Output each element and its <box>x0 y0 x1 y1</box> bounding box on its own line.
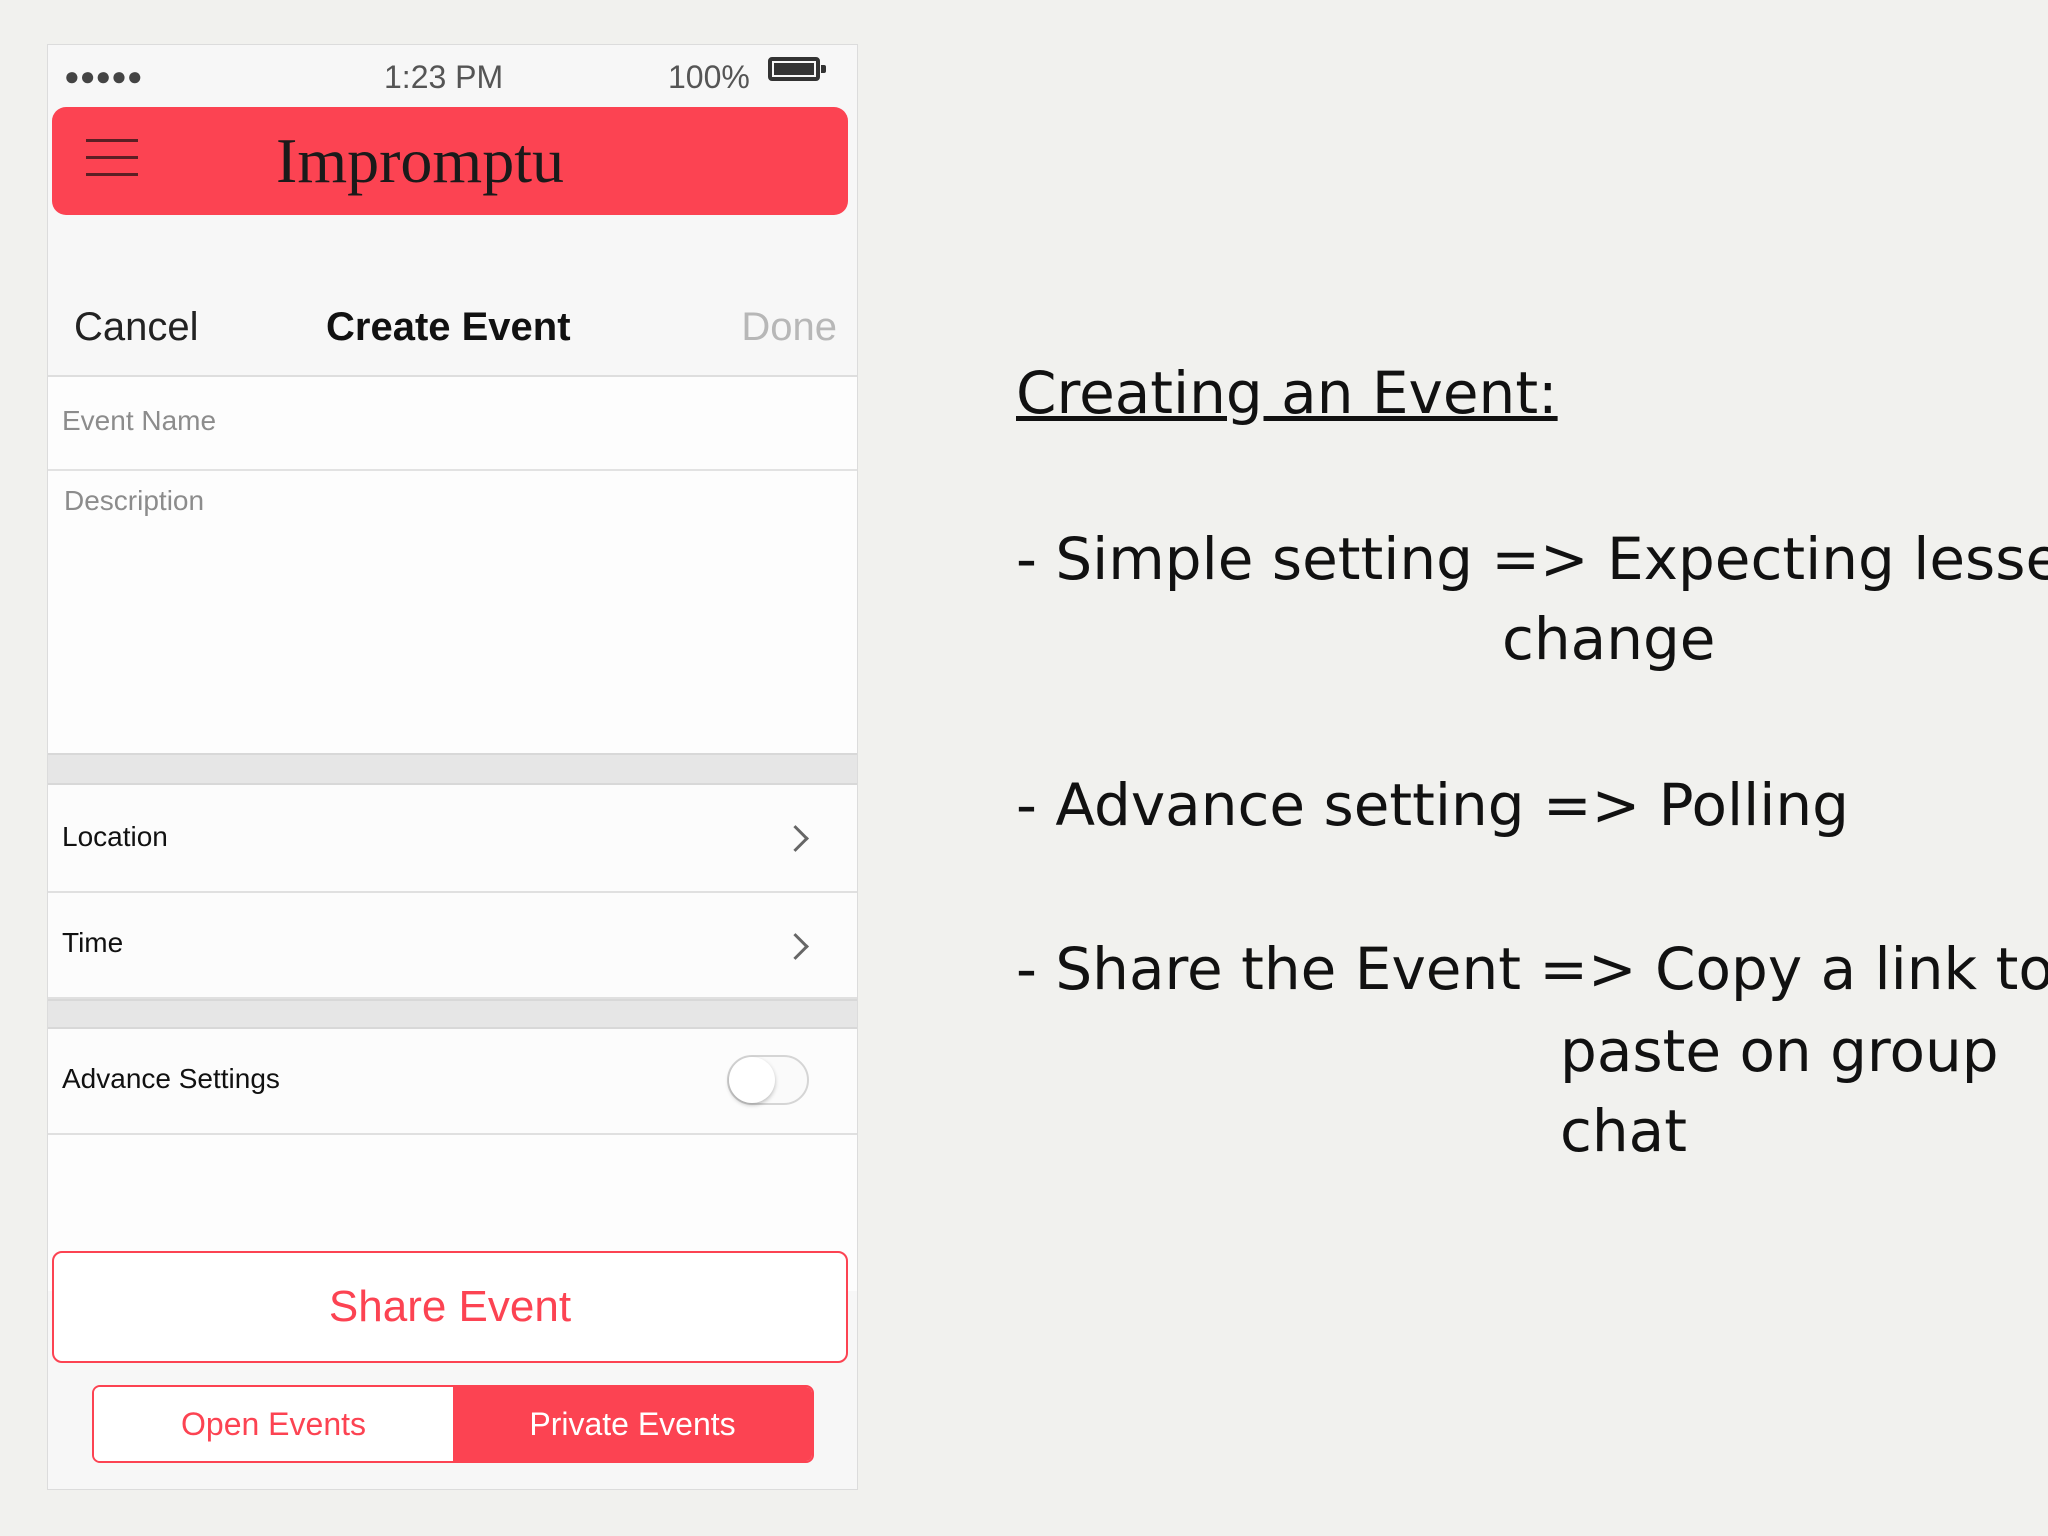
advance-settings-label: Advance Settings <box>62 1063 280 1094</box>
advance-settings-row: Advance Settings <box>48 1029 857 1135</box>
location-row[interactable]: Location <box>48 785 857 893</box>
events-segmented-control: Open Events Private Events <box>92 1385 814 1463</box>
status-time: 1:23 PM <box>384 59 504 95</box>
time-row[interactable]: Time <box>48 893 857 999</box>
app-title: Impromptu <box>276 125 564 196</box>
location-label: Location <box>62 821 168 852</box>
note-line: - Advance setting => Polling <box>1016 771 1849 839</box>
toggle-knob <box>729 1057 775 1103</box>
note-line: chat <box>1560 1097 1687 1165</box>
note-line: change <box>1502 605 1716 673</box>
chevron-right-icon <box>782 825 809 852</box>
notes-heading: Creating an Event: <box>1016 359 1558 427</box>
description-field[interactable]: Description <box>48 471 857 753</box>
hamburger-icon[interactable] <box>86 139 138 179</box>
nav-bar: Cancel Create Event Done <box>48 233 857 377</box>
battery-full-icon <box>768 57 826 81</box>
section-divider <box>48 999 857 1029</box>
phone-mockup: ●●●●● 1:23 PM 100% Impromptu Cancel Crea… <box>47 44 858 1490</box>
time-label: Time <box>62 927 124 958</box>
share-event-button[interactable]: Share Event <box>52 1251 848 1363</box>
tab-private-events[interactable]: Private Events <box>453 1387 812 1461</box>
status-bar: ●●●●● 1:23 PM 100% <box>48 45 857 111</box>
event-name-field[interactable]: Event Name <box>48 377 857 471</box>
event-name-placeholder: Event Name <box>62 405 217 436</box>
chevron-right-icon <box>782 933 809 960</box>
note-line: - Simple setting => Expecting lesser <box>1016 525 2048 593</box>
note-line: paste on group <box>1560 1017 1999 1085</box>
advance-settings-toggle[interactable] <box>727 1055 809 1105</box>
tab-open-events[interactable]: Open Events <box>94 1387 453 1461</box>
note-line: - Share the Event => Copy a link to be <box>1016 935 2048 1003</box>
section-divider <box>48 753 857 785</box>
signal-strength-icon: ●●●●● <box>64 61 143 91</box>
battery-percent: 100% <box>668 59 750 95</box>
app-header: Impromptu <box>52 107 848 215</box>
description-placeholder: Description <box>64 485 205 516</box>
